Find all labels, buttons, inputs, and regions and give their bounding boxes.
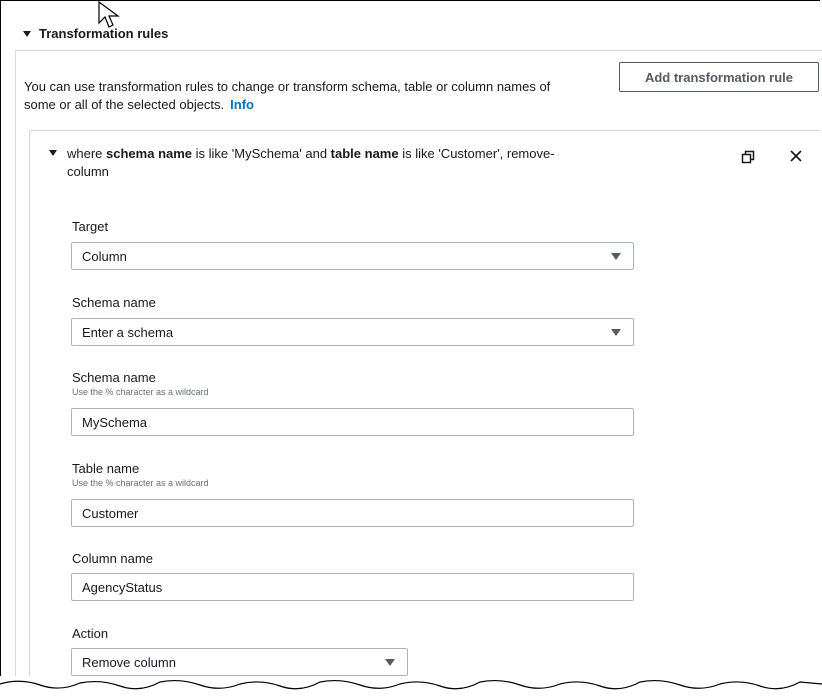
info-link[interactable]: Info	[230, 97, 254, 112]
table-input-hint: Use the % character as a wildcard	[72, 478, 209, 488]
table-name-input[interactable]: Customer	[71, 499, 634, 527]
schema-input-label: Schema name	[72, 370, 156, 385]
torn-edge	[0, 676, 822, 698]
schema-select-label: Schema name	[72, 295, 156, 310]
copy-icon[interactable]	[741, 150, 755, 164]
dropdown-arrow-icon	[611, 253, 621, 260]
schema-input-hint: Use the % character as a wildcard	[72, 387, 209, 397]
section-header[interactable]: Transformation rules	[23, 26, 168, 41]
caret-down-icon	[23, 30, 31, 37]
action-select[interactable]: Remove column	[71, 648, 408, 676]
schema-name-input[interactable]: MySchema	[71, 408, 634, 436]
schema-select[interactable]: Enter a schema	[71, 318, 634, 346]
action-label: Action	[72, 626, 109, 641]
dropdown-arrow-icon	[385, 659, 395, 666]
caret-down-icon	[49, 150, 57, 156]
schema-name-value: MySchema	[82, 414, 148, 430]
summary-key-table: table name	[330, 146, 399, 161]
summary-prefix: where	[67, 146, 107, 161]
column-name-input[interactable]: AgencyStatus	[71, 573, 634, 601]
table-name-value: Customer	[82, 505, 139, 521]
add-transformation-rule-button[interactable]: Add transformation rule	[619, 62, 819, 92]
action-select-value: Remove column	[82, 654, 176, 670]
rule-summary[interactable]: where schema name is like 'MySchema' and…	[49, 145, 587, 181]
schema-select-value: Enter a schema	[82, 324, 174, 340]
column-name-value: AgencyStatus	[82, 579, 163, 595]
summary-key-schema: schema name	[106, 146, 193, 161]
dropdown-arrow-icon	[611, 329, 621, 336]
target-select-value: Column	[82, 248, 127, 264]
column-input-label: Column name	[72, 551, 153, 566]
summary-mid: is like 'MySchema' and	[192, 146, 331, 161]
target-select[interactable]: Column	[71, 242, 634, 270]
rule-summary-text: where schema name is like 'MySchema' and…	[67, 145, 587, 181]
description-text: You can use transformation rules to chan…	[24, 79, 551, 112]
section-title: Transformation rules	[39, 26, 169, 41]
table-input-label: Table name	[72, 461, 140, 476]
section-description: You can use transformation rules to chan…	[24, 78, 584, 114]
close-icon[interactable]	[788, 148, 804, 164]
target-label: Target	[72, 219, 109, 234]
